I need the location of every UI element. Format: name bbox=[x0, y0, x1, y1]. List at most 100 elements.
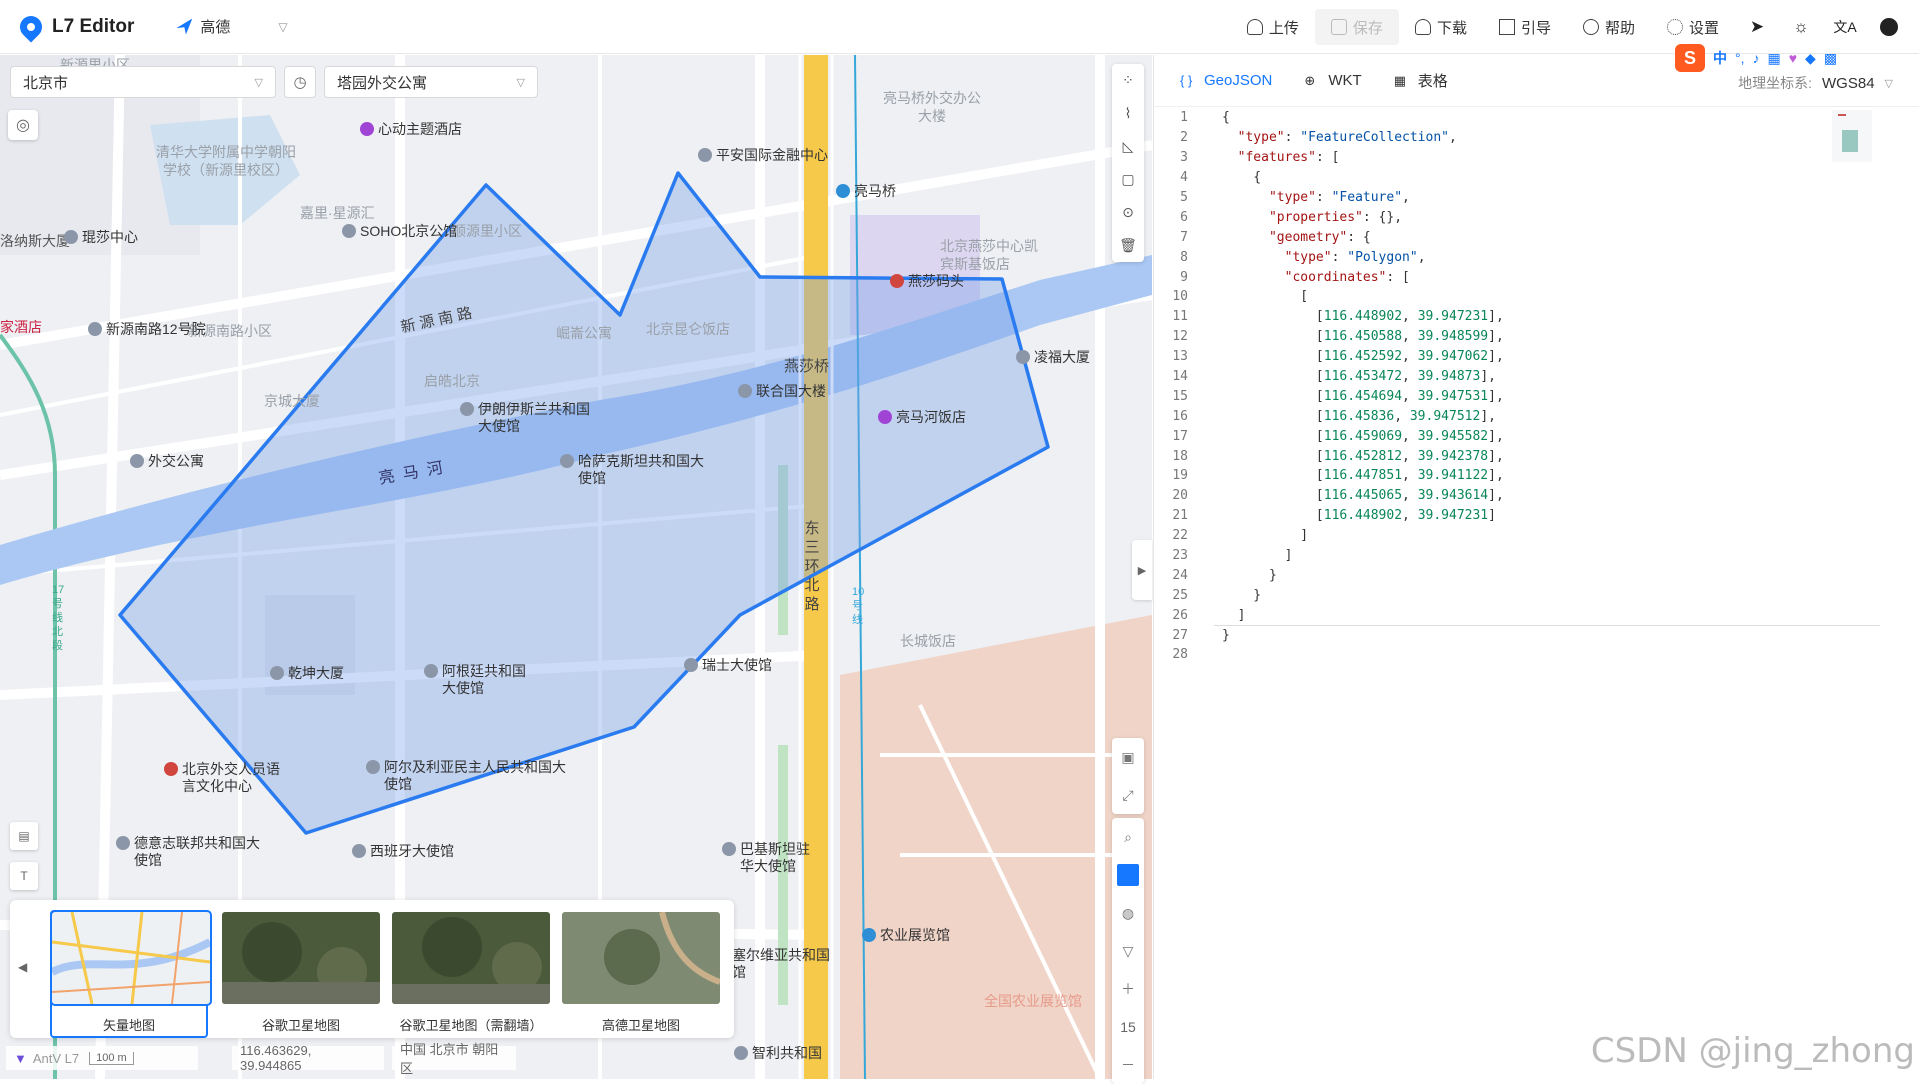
layer-card-amap-sat[interactable]: 高德卫星地图 bbox=[562, 912, 720, 1034]
city-select-value: 北京市 bbox=[23, 72, 68, 93]
layer-card-google-sat-proxy[interactable]: 谷歌卫星地图（需翻墙） bbox=[392, 912, 550, 1034]
poi-xinyuan12[interactable]: 新源南路12号院 bbox=[88, 321, 206, 338]
poi-kazakh[interactable]: 哈萨克斯坦共和国大使馆 bbox=[560, 453, 710, 487]
poi-waijiao[interactable]: 外交公寓 bbox=[130, 453, 204, 470]
filter-button[interactable]: ▽ bbox=[1112, 932, 1144, 970]
draw-rect-button[interactable]: ▢ bbox=[1112, 163, 1144, 196]
history-button[interactable]: ◷ bbox=[284, 66, 316, 98]
poi-lisha[interactable]: 琨莎中心 bbox=[64, 229, 138, 246]
code-line: 14 [116.453472, 39.94873], bbox=[1154, 367, 1919, 387]
embassy-pin-icon bbox=[722, 842, 736, 856]
help-button[interactable]: 帮助 bbox=[1567, 9, 1651, 45]
poi-iran[interactable]: 伊朗伊斯兰共和国大使馆 bbox=[460, 401, 590, 435]
code-text: [116.452812, 39.942378], bbox=[1196, 449, 1504, 464]
chevron-down-icon: ▽ bbox=[1885, 77, 1893, 90]
tab-geojson[interactable]: { }GeoJSON bbox=[1164, 55, 1288, 107]
poi-serbia[interactable]: 塞尔维亚共和国馆 bbox=[732, 947, 832, 981]
poi-algeria[interactable]: 阿尔及利亚民主人民共和国大使馆 bbox=[366, 759, 576, 793]
poi-liangmahe-hotel[interactable]: 亮马河饭店 bbox=[878, 409, 966, 426]
city-select[interactable]: 北京市▽ bbox=[10, 66, 276, 98]
subway-pin-icon bbox=[862, 928, 876, 942]
text-button[interactable]: T bbox=[10, 862, 38, 890]
layer-name: 谷歌卫星地图（需翻墙） bbox=[392, 1015, 550, 1034]
tab-wkt[interactable]: ⊕ WKT bbox=[1288, 55, 1377, 107]
code-line: 25 } bbox=[1154, 585, 1919, 605]
poi-nongyezhanlan[interactable]: 农业展览馆 bbox=[862, 927, 950, 944]
layer-card-vector[interactable]: 矢量地图 bbox=[50, 910, 208, 1038]
draw-line-button[interactable]: ⌇ bbox=[1112, 97, 1144, 130]
code-text: [116.454694, 39.947531], bbox=[1196, 389, 1504, 404]
poi-yanshamatou[interactable]: 燕莎码头 bbox=[890, 273, 964, 290]
geojson-code-editor[interactable]: 1{2 "type": "FeatureCollection",3 "featu… bbox=[1154, 108, 1919, 665]
map-provider-select[interactable]: 高德 ▽ bbox=[176, 16, 287, 37]
hotel-pin-icon bbox=[878, 410, 892, 424]
theme-button[interactable]: ☼ bbox=[1779, 9, 1823, 45]
poi-soho[interactable]: SOHO北京公馆 bbox=[342, 223, 457, 240]
fullscreen-button[interactable]: ⤢ bbox=[1112, 776, 1144, 814]
code-line: 24 } bbox=[1154, 565, 1919, 585]
github-button[interactable] bbox=[1867, 9, 1911, 45]
poi-germany[interactable]: 德意志联邦共和国大使馆 bbox=[116, 835, 266, 869]
poi-xindong[interactable]: 心动主题酒店 bbox=[360, 121, 462, 138]
text-icon: T bbox=[20, 869, 27, 883]
legend-button[interactable]: ▤ bbox=[10, 822, 38, 850]
poi-brazil[interactable]: 巴基斯坦驻华大使馆 bbox=[722, 841, 822, 875]
poi-label: 智利共和国 bbox=[752, 1045, 822, 1062]
save-button[interactable]: 保存 bbox=[1315, 9, 1399, 45]
polygon-icon: ◺ bbox=[1123, 138, 1134, 155]
export-image-button[interactable]: ▣ bbox=[1112, 738, 1144, 776]
rect-icon: ▢ bbox=[1121, 171, 1134, 188]
zoom-out-button[interactable]: － bbox=[1112, 1046, 1144, 1084]
poi-argentina[interactable]: 阿根廷共和国大使馆 bbox=[424, 663, 534, 697]
chart-icon: ▤ bbox=[18, 829, 29, 843]
color-picker-button[interactable] bbox=[1112, 856, 1144, 894]
poi-pingan[interactable]: 平安国际金融中心 bbox=[698, 147, 828, 164]
delete-button[interactable]: 🗑 bbox=[1112, 229, 1144, 262]
label-yansha-bridge: 燕莎桥 bbox=[784, 355, 829, 376]
line-number: 25 bbox=[1154, 588, 1196, 603]
tab-table[interactable]: ▦表格 bbox=[1378, 55, 1464, 107]
panel-collapse-handle[interactable]: ▶ bbox=[1132, 540, 1152, 600]
crs-select[interactable]: 地理坐标系: WGS84 ▽ bbox=[1738, 73, 1893, 93]
poi-swiss[interactable]: 瑞士大使馆 bbox=[684, 657, 772, 674]
draw-circle-button[interactable]: ⊙ bbox=[1112, 196, 1144, 229]
locate-button[interactable]: ◎ bbox=[8, 110, 38, 140]
poi-spain[interactable]: 西班牙大使馆 bbox=[352, 843, 454, 860]
poi-lianhe[interactable]: 联合国大楼 bbox=[738, 383, 826, 400]
zoom-in-button[interactable]: ＋ bbox=[1112, 970, 1144, 1008]
place-search-select[interactable]: 塔园外交公寓▽ bbox=[324, 66, 538, 98]
poi-liangmaqiao[interactable]: 亮马桥 bbox=[836, 183, 896, 200]
ime-toolbar[interactable]: S 中 °, ♪ ▦ ♥ ◆ ▩ bbox=[1675, 44, 1837, 72]
download-button[interactable]: 下载 bbox=[1399, 9, 1483, 45]
chevron-left-icon[interactable]: ◀ bbox=[18, 960, 27, 974]
guide-button[interactable]: 引导 bbox=[1483, 9, 1567, 45]
line-number: 14 bbox=[1154, 369, 1196, 384]
mic-icon: ♪ bbox=[1753, 50, 1760, 66]
poi-lingfu[interactable]: 凌福大厦 bbox=[1016, 349, 1090, 366]
code-text: } bbox=[1196, 628, 1230, 643]
embassy-pin-icon bbox=[460, 402, 474, 416]
building-pin-icon bbox=[88, 322, 102, 336]
upload-icon bbox=[1247, 19, 1263, 35]
poi-qiankun[interactable]: 乾坤大厦 bbox=[270, 665, 344, 682]
code-line: 27} bbox=[1154, 625, 1919, 645]
layer-card-google-sat[interactable]: 谷歌卫星地图 bbox=[222, 912, 380, 1034]
poi-waijiaorenyuan[interactable]: 北京外交人员语言文化中心 bbox=[164, 761, 280, 795]
poi-chile[interactable]: 智利共和国 bbox=[734, 1045, 822, 1062]
theme-palette-button[interactable]: ◍ bbox=[1112, 894, 1144, 932]
globe-icon: ⊕ bbox=[1304, 73, 1320, 89]
settings-button[interactable]: 设置 bbox=[1651, 9, 1735, 45]
language-button[interactable]: 文A bbox=[1823, 9, 1867, 45]
draw-polygon-button[interactable]: ◺ bbox=[1112, 130, 1144, 163]
tab-label: WKT bbox=[1328, 72, 1361, 89]
code-text: [116.45836, 39.947512], bbox=[1196, 409, 1496, 424]
poi-label: 瑞士大使馆 bbox=[702, 657, 772, 674]
upload-button[interactable]: 上传 bbox=[1231, 9, 1315, 45]
line-number: 12 bbox=[1154, 329, 1196, 344]
flag-icon bbox=[1499, 19, 1515, 35]
l7-logo-icon bbox=[15, 11, 46, 42]
locate-feature-button[interactable]: ⌕ bbox=[1112, 818, 1144, 856]
point-icon: ⁘ bbox=[1122, 72, 1134, 89]
cursor-button[interactable]: ➤ bbox=[1735, 9, 1779, 45]
draw-point-button[interactable]: ⁘ bbox=[1112, 64, 1144, 97]
